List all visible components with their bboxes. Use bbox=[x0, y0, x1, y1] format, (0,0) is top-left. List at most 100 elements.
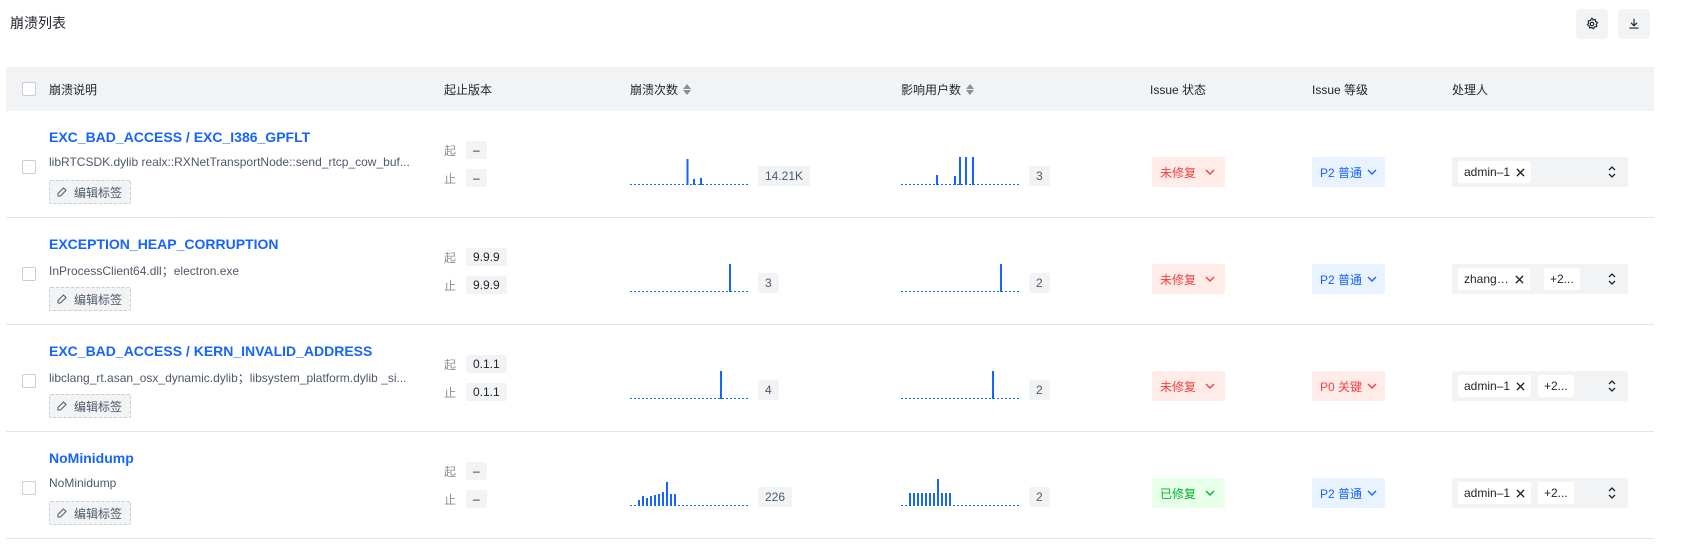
edit-tag-button[interactable]: 编辑标签 bbox=[49, 287, 132, 311]
crash-count-sparkline bbox=[630, 371, 750, 399]
table-row[interactable]: EXC_BAD_ACCESS / EXC_I386_GPFLT libRTCSD… bbox=[6, 111, 1654, 218]
issue-level-dropdown[interactable]: P2 普通 bbox=[1312, 264, 1386, 294]
select-arrows-icon bbox=[1608, 487, 1616, 499]
assignee-tag: zhang… bbox=[1458, 268, 1530, 290]
edit-tag-button[interactable]: 编辑标签 bbox=[49, 394, 132, 418]
assignee-more-tag[interactable]: +2... bbox=[1544, 268, 1580, 290]
issue-status-dropdown[interactable]: 已修复 bbox=[1152, 478, 1226, 508]
assignee-name: zhang… bbox=[1464, 272, 1509, 286]
row-checkbox[interactable] bbox=[22, 374, 36, 388]
download-button[interactable] bbox=[1618, 9, 1650, 39]
issue-level-label: P0 关键 bbox=[1320, 379, 1363, 394]
version-end: 0.1.1 bbox=[466, 383, 507, 401]
assignee-select[interactable]: zhang… +2... bbox=[1452, 264, 1628, 294]
crash-title-link[interactable]: EXC_BAD_ACCESS / EXC_I386_GPFLT bbox=[49, 129, 310, 145]
version-start-label: 起 bbox=[444, 251, 457, 265]
table-row[interactable]: NoMinidump NoMinidump 编辑标签 起 – 止 – 226 2… bbox=[6, 432, 1654, 539]
header-issue-status: Issue 状态 bbox=[1150, 82, 1207, 97]
issue-status-dropdown[interactable]: 未修复 bbox=[1152, 157, 1226, 187]
assignee-more-tag[interactable]: +2... bbox=[1538, 482, 1574, 504]
affected-users-value: 2 bbox=[1029, 487, 1050, 507]
header-description: 崩溃说明 bbox=[49, 82, 98, 97]
affected-users-sparkline bbox=[901, 157, 1021, 185]
issue-status-dropdown[interactable]: 未修复 bbox=[1152, 371, 1226, 401]
assignee-select[interactable]: admin–1 bbox=[1452, 157, 1628, 187]
assignee-tag: admin–1 bbox=[1458, 482, 1532, 504]
table-row[interactable]: EXCEPTION_HEAP_CORRUPTION InProcessClien… bbox=[6, 218, 1654, 325]
sort-icon[interactable] bbox=[966, 83, 975, 95]
issue-level-dropdown[interactable]: P2 普通 bbox=[1312, 478, 1386, 508]
version-end-label: 止 bbox=[444, 279, 457, 293]
select-arrows-icon bbox=[1608, 380, 1616, 392]
issue-level-dropdown[interactable]: P0 关键 bbox=[1312, 371, 1386, 401]
chevron-down-icon bbox=[1367, 490, 1377, 496]
crash-description: libRTCSDK.dylib realx::RXNetTransportNod… bbox=[49, 155, 410, 169]
chevron-down-icon bbox=[1367, 383, 1377, 389]
chevron-down-icon bbox=[1367, 276, 1377, 282]
crash-count-sparkline bbox=[630, 159, 750, 185]
edit-tag-label: 编辑标签 bbox=[74, 399, 123, 414]
assignee-name: admin–1 bbox=[1464, 486, 1511, 500]
issue-level-label: P2 普通 bbox=[1320, 165, 1363, 180]
issue-status-label: 未修复 bbox=[1160, 165, 1197, 180]
gear-icon bbox=[1586, 17, 1599, 30]
table-row[interactable]: EXC_BAD_ACCESS / KERN_INVALID_ADDRESS li… bbox=[6, 325, 1654, 432]
crash-title-link[interactable]: EXC_BAD_ACCESS / KERN_INVALID_ADDRESS bbox=[49, 343, 372, 359]
edit-tag-button[interactable]: 编辑标签 bbox=[49, 501, 132, 525]
affected-users-sparkline bbox=[901, 371, 1021, 399]
select-arrows-icon bbox=[1608, 166, 1616, 178]
assignee-name: admin–1 bbox=[1464, 379, 1511, 393]
close-icon[interactable] bbox=[1516, 488, 1525, 498]
settings-button[interactable] bbox=[1576, 9, 1608, 39]
issue-level-label: P2 普通 bbox=[1320, 486, 1363, 501]
header-assignee: 处理人 bbox=[1452, 82, 1489, 97]
row-checkbox[interactable] bbox=[22, 481, 36, 495]
crash-count-sparkline bbox=[630, 264, 750, 292]
assignee-more-label: +2... bbox=[1550, 272, 1574, 286]
edit-icon bbox=[57, 401, 67, 411]
issue-status-dropdown[interactable]: 未修复 bbox=[1152, 264, 1226, 294]
version-start-label: 起 bbox=[444, 465, 457, 479]
assignee-select[interactable]: admin–1 +2... bbox=[1452, 371, 1628, 401]
assignee-more-tag[interactable]: +2... bbox=[1538, 375, 1574, 397]
issue-level-label: P2 普通 bbox=[1320, 272, 1363, 287]
crash-count-value: 3 bbox=[758, 273, 779, 293]
crash-count-value: 4 bbox=[758, 380, 779, 400]
edit-tag-button[interactable]: 编辑标签 bbox=[49, 180, 132, 204]
crash-description: libclang_rt.asan_osx_dynamic.dylib；libsy… bbox=[49, 371, 407, 385]
row-checkbox[interactable] bbox=[22, 160, 36, 174]
select-all-checkbox[interactable] bbox=[22, 82, 36, 96]
select-arrows-icon bbox=[1608, 273, 1616, 285]
assignee-select[interactable]: admin–1 +2... bbox=[1452, 478, 1628, 508]
page-title: 崩溃列表 bbox=[10, 15, 66, 31]
version-start: 9.9.9 bbox=[466, 248, 507, 266]
crash-count-value: 226 bbox=[758, 487, 793, 507]
version-start: – bbox=[466, 141, 487, 159]
crash-title-link[interactable]: NoMinidump bbox=[49, 450, 134, 466]
sort-icon[interactable] bbox=[683, 83, 692, 95]
version-end-label: 止 bbox=[444, 386, 457, 400]
crash-count-sparkline bbox=[630, 482, 750, 506]
crash-count-value: 14.21K bbox=[758, 166, 811, 186]
crash-title-link[interactable]: EXCEPTION_HEAP_CORRUPTION bbox=[49, 236, 278, 252]
assignee-tag: admin–1 bbox=[1458, 375, 1532, 397]
header-affected-users[interactable]: 影响用户数 bbox=[901, 67, 975, 111]
close-icon[interactable] bbox=[1515, 274, 1524, 284]
issue-level-dropdown[interactable]: P2 普通 bbox=[1312, 157, 1386, 187]
assignee-more-label: +2... bbox=[1544, 486, 1568, 500]
close-icon[interactable] bbox=[1516, 167, 1525, 177]
version-start: – bbox=[466, 462, 487, 480]
edit-tag-label: 编辑标签 bbox=[74, 292, 123, 307]
crash-description: NoMinidump bbox=[49, 476, 117, 490]
crash-table: 崩溃说明 起止版本 崩溃次数 影响用户数 Issue 状态 Issue 等级 处… bbox=[6, 67, 1654, 539]
affected-users-sparkline bbox=[901, 264, 1021, 292]
header-version: 起止版本 bbox=[444, 82, 493, 97]
edit-icon bbox=[57, 508, 67, 518]
version-end-label: 止 bbox=[444, 172, 457, 186]
row-checkbox[interactable] bbox=[22, 267, 36, 281]
assignee-tag: admin–1 bbox=[1458, 161, 1532, 183]
header-crash-count[interactable]: 崩溃次数 bbox=[630, 67, 692, 111]
header-issue-level: Issue 等级 bbox=[1312, 82, 1369, 97]
close-icon[interactable] bbox=[1516, 381, 1525, 391]
chevron-down-icon bbox=[1205, 169, 1215, 175]
